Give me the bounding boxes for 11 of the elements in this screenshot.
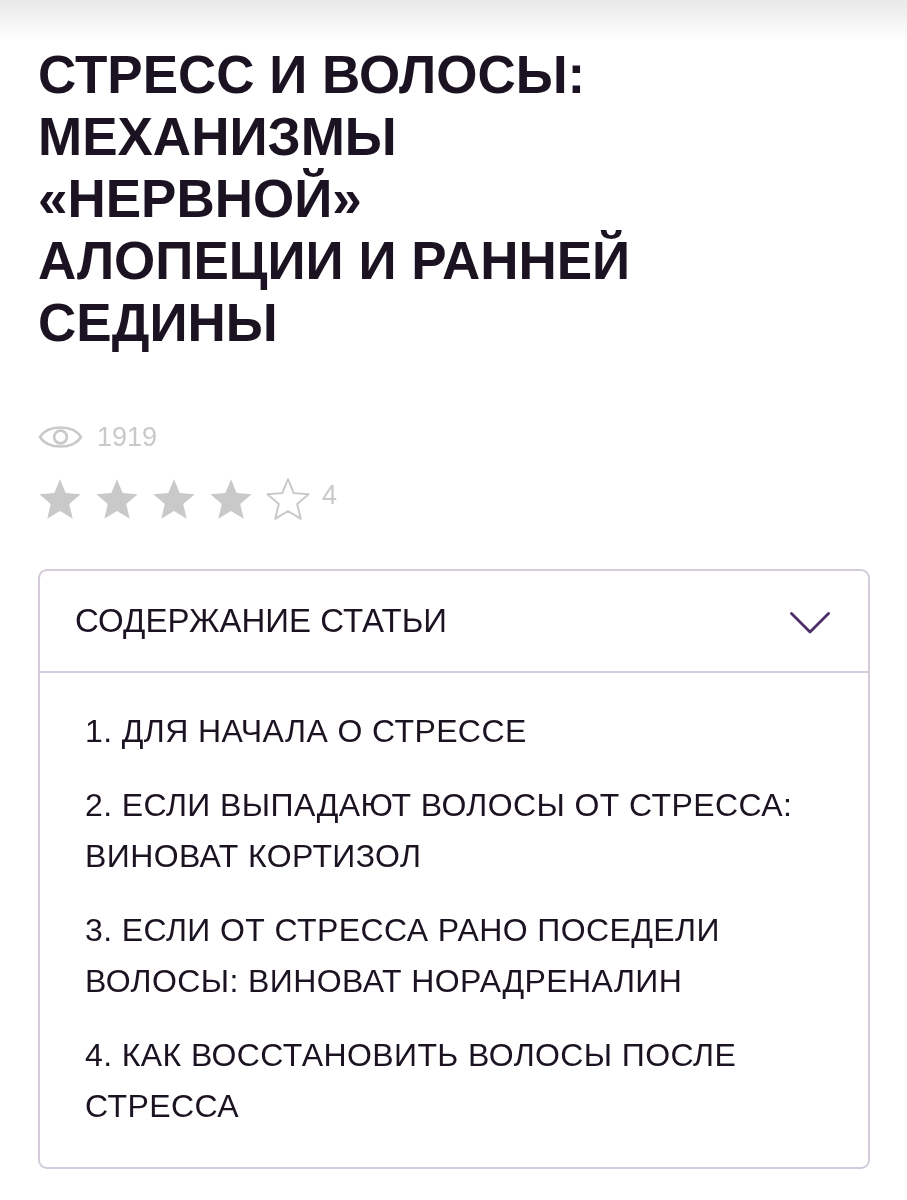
contents-link[interactable]: 1. ДЛЯ НАЧАЛА О СТРЕССЕ [85,706,838,757]
article-title: СТРЕСС И ВОЛОСЫ: МЕХАНИЗМЫ «НЕРВНОЙ» АЛОПЕЦИИ И РАННЕЙ СЕДИНЫ [38,44,632,354]
star-filled-icon [209,478,253,520]
contents-toggle[interactable]: СОДЕРЖАНИЕ СТАТЬИ [40,571,868,673]
star-filled-icon [152,478,196,520]
star-filled-icon [95,478,139,520]
contents-link[interactable]: 4. КАК ВОССТАНОВИТЬ ВОЛОСЫ ПОСЛЕ СТРЕССА [85,1030,838,1132]
contents-link[interactable]: 3. ЕСЛИ ОТ СТРЕССА РАНО ПОСЕДЕЛИ ВОЛОСЫ: ВИНОВАТ НОРАДРЕНАЛИН [85,905,838,1007]
star-outline-icon [266,478,310,520]
contents-link[interactable]: 2. ЕСЛИ ВЫПАДАЮТ ВОЛОСЫ ОТ СТРЕССА: ВИНОВАТ КОРТИЗОЛ [85,780,838,882]
star-filled-icon [38,478,82,520]
